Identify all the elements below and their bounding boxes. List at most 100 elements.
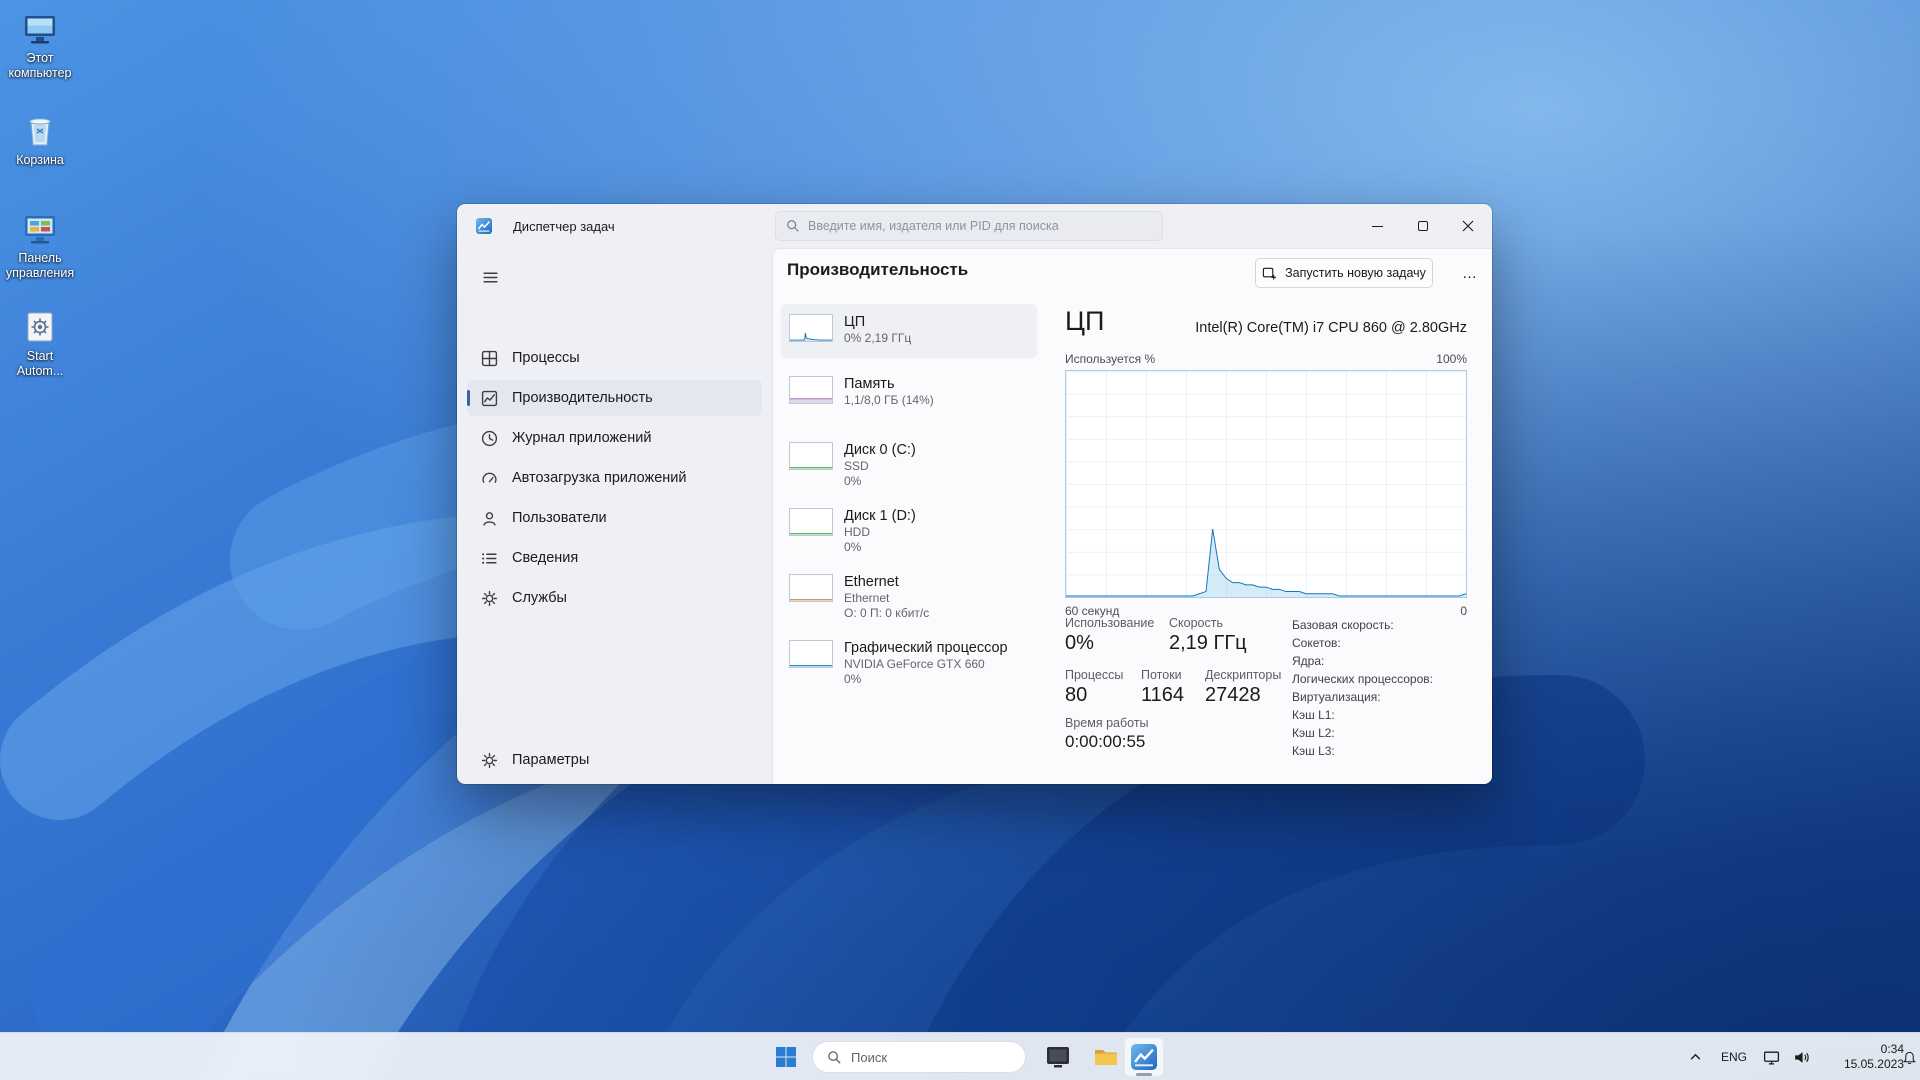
stat-uptime-value: 0:00:00:55 — [1065, 732, 1146, 751]
sidebar-item-users[interactable]: Пользователи — [467, 500, 762, 536]
stat-threads-label: Потоки — [1141, 668, 1182, 682]
ellipsis-icon: … — [1462, 264, 1478, 282]
perf-item-title: Ethernet — [844, 574, 899, 590]
perf-item-disk1[interactable]: Диск 1 (D:) HDD 0% — [781, 498, 1037, 558]
desktop-icon-recycle-bin[interactable]: Корзина — [4, 112, 76, 168]
sidebar-item-details[interactable]: Сведения — [467, 540, 762, 576]
gear-file-icon — [27, 312, 53, 342]
perf-item-sub: NVIDIA GeForce GTX 660 — [844, 657, 985, 671]
more-options-button[interactable]: … — [1453, 258, 1487, 288]
sidebar-item-startup-apps[interactable]: Автозагрузка приложений — [467, 460, 762, 496]
sidebar-item-app-history[interactable]: Журнал приложений — [467, 420, 762, 456]
windows-logo-icon — [776, 1047, 796, 1067]
sidebar-item-label: Пользователи — [512, 510, 607, 526]
perf-item-sub: О: 0 П: 0 кбит/с — [844, 606, 930, 620]
sidebar-item-settings[interactable]: Параметры — [467, 742, 762, 778]
spec-logical-processors: Логических процессоров: — [1292, 672, 1433, 686]
perf-item-ethernet[interactable]: Ethernet Ethernet О: 0 П: 0 кбит/с — [781, 564, 1037, 624]
taskbar-task-manager-button[interactable] — [1124, 1037, 1164, 1077]
sidebar-item-label: Службы — [512, 590, 567, 606]
ethernet-mini-graph — [789, 574, 833, 602]
tray-volume-button[interactable] — [1786, 1033, 1816, 1080]
minimize-icon — [1372, 225, 1383, 227]
bell-icon — [1902, 1051, 1916, 1064]
stat-processes-value: 80 — [1065, 684, 1088, 706]
close-button[interactable] — [1445, 204, 1490, 248]
folder-icon — [1095, 1050, 1117, 1065]
sidebar-item-label: Автозагрузка приложений — [512, 470, 687, 486]
maximize-icon — [1417, 221, 1428, 231]
spec-virtualization: Виртуализация: — [1292, 690, 1381, 704]
perf-item-title: Память — [844, 376, 895, 392]
stat-handles-value: 27428 — [1205, 684, 1261, 706]
taskbar-search-label: Поиск — [851, 1049, 888, 1065]
tray-clock[interactable]: 0:34 15.05.2023 — [1832, 1033, 1904, 1080]
stat-uptime-label: Время работы — [1065, 716, 1149, 730]
spec-base-speed: Базовая скорость: — [1292, 618, 1394, 632]
perf-item-sub: Ethernet — [844, 591, 890, 605]
maximize-button[interactable] — [1400, 204, 1445, 248]
computer-icon — [25, 16, 55, 44]
perf-item-sub: 0% — [844, 474, 862, 488]
desktop-icon-start-autom[interactable]: Start Autom... — [4, 308, 76, 379]
perf-item-cpu[interactable]: ЦП 0% 2,19 ГГц — [781, 304, 1037, 358]
notification-center-button[interactable] — [1898, 1033, 1920, 1080]
task-manager-icon — [1131, 1044, 1157, 1070]
hamburger-icon — [482, 272, 498, 282]
run-new-task-button[interactable]: Запустить новую задачу — [1255, 258, 1433, 288]
perf-item-sub: 1,1/8,0 ГБ (14%) — [844, 393, 934, 407]
task-manager-app-icon — [476, 218, 492, 234]
taskmgr-search-input[interactable] — [808, 219, 1152, 233]
spec-cache-l1: Кэш L1: — [1292, 708, 1335, 722]
hamburger-menu-button[interactable] — [471, 260, 509, 294]
tray-date: 15.05.2023 — [1843, 1057, 1904, 1071]
perf-item-sub: HDD — [844, 525, 870, 539]
spec-cache-l3: Кэш L3: — [1292, 744, 1335, 758]
perf-item-title: Диск 1 (D:) — [844, 508, 916, 524]
sidebar-item-label: Производительность — [512, 390, 653, 406]
taskbar-search[interactable]: Поиск — [812, 1041, 1026, 1073]
taskbar-explorer-button[interactable] — [1086, 1037, 1126, 1077]
perf-item-disk0[interactable]: Диск 0 (C:) SSD 0% — [781, 432, 1037, 492]
spec-cache-l2: Кэш L2: — [1292, 726, 1335, 740]
graph-x-right: 0 — [1460, 604, 1467, 618]
stat-threads-value: 1164 — [1141, 684, 1185, 706]
sidebar: Процессы Производительность Журнал прило… — [457, 248, 772, 784]
minimize-button[interactable] — [1355, 204, 1400, 248]
settings-gear-icon — [481, 752, 498, 768]
start-button[interactable] — [766, 1037, 806, 1077]
users-icon — [483, 511, 496, 526]
window-title: Диспетчер задач — [513, 219, 615, 234]
stat-speed-label: Скорость — [1169, 616, 1223, 630]
titlebar[interactable]: Диспетчер задач — [457, 204, 1492, 248]
perf-item-title: ЦП — [844, 314, 866, 330]
sidebar-item-processes[interactable]: Процессы — [467, 340, 762, 376]
sidebar-item-services[interactable]: Службы — [467, 580, 762, 616]
desktop-icon-this-pc[interactable]: Этот компьютер — [4, 10, 76, 81]
perf-item-title: Диск 0 (C:) — [844, 442, 916, 458]
run-new-task-label: Запустить новую задачу — [1285, 266, 1426, 280]
sidebar-item-label: Параметры — [512, 752, 590, 768]
stat-usage-value: 0% — [1065, 632, 1094, 654]
desktop-icon-label: Панель управления — [5, 251, 75, 280]
processes-icon — [481, 350, 498, 366]
gpu-mini-graph — [789, 640, 833, 668]
cpu-mini-graph — [789, 314, 833, 342]
spec-cores: Ядра: — [1292, 654, 1325, 668]
sidebar-item-performance[interactable]: Производительность — [467, 380, 762, 416]
perf-item-title: Графический процессор — [844, 640, 1008, 656]
tray-language[interactable]: ENG — [1716, 1033, 1752, 1080]
graph-y-label: Используется % — [1065, 352, 1156, 366]
close-icon — [1462, 220, 1473, 232]
page-title: Производительность — [787, 260, 969, 279]
dark-app-icon — [1047, 1047, 1069, 1068]
desktop-icon-label: Start Autom... — [16, 349, 64, 378]
tray-network-button[interactable] — [1756, 1033, 1786, 1080]
tray-chevron-button[interactable] — [1678, 1033, 1712, 1080]
taskmgr-search-box[interactable] — [775, 211, 1163, 241]
perf-item-memory[interactable]: Память 1,1/8,0 ГБ (14%) — [781, 366, 1037, 420]
desktop-icon-control-panel[interactable]: Панель управления — [4, 210, 76, 281]
taskbar-dark-app-button[interactable] — [1038, 1037, 1078, 1077]
perf-item-gpu[interactable]: Графический процессор NVIDIA GeForce GTX… — [781, 630, 1037, 690]
desktop-icon-label: Этот компьютер — [8, 51, 72, 80]
